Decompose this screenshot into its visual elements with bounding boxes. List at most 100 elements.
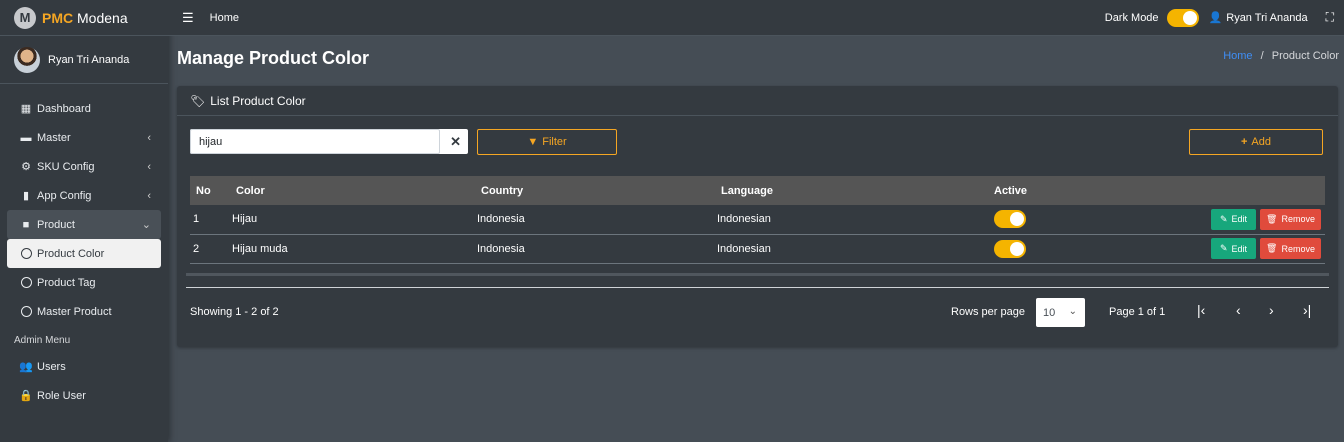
lock-icon: 🔒 — [19, 390, 33, 402]
dark-mode-toggle[interactable] — [1166, 8, 1199, 27]
breadcrumb: Home / Product Color — [1223, 50, 1339, 62]
topbar-right: Dark Mode 👤 Ryan Tri Ananda ⛶ — [1105, 8, 1334, 27]
sidebar-item-master-product[interactable]: Master Product — [7, 297, 161, 326]
sidebar-item-label: App Config — [37, 189, 92, 202]
active-toggle[interactable] — [994, 239, 1026, 258]
admin-menu-header: Admin Menu — [14, 335, 71, 346]
grid-icon: ▦ — [20, 103, 32, 115]
page-info: Page 1 of 1 — [1109, 306, 1166, 318]
topbar-user[interactable]: 👤 Ryan Tri Ananda — [1208, 11, 1308, 25]
sidebar-item-product-color[interactable]: Product Color — [7, 239, 161, 268]
filter-button-label: Filter — [542, 136, 567, 148]
cell-language: Indonesian — [717, 213, 771, 226]
sidebar-item-label: Product Tag — [37, 276, 96, 289]
remove-label: Remove — [1281, 214, 1315, 225]
table-header-row: No Color Country Language Active — [190, 176, 1325, 205]
user-panel[interactable]: Ryan Tri Ananda — [0, 36, 168, 84]
rows-per-page-select[interactable]: 10 ⌄ — [1036, 298, 1085, 327]
first-page-icon[interactable]: |‹ — [1197, 302, 1205, 318]
sidebar-item-product-tag[interactable]: Product Tag — [7, 268, 161, 297]
next-page-icon[interactable]: › — [1269, 302, 1274, 318]
plus-icon: + — [1240, 136, 1248, 148]
remove-button[interactable]: 🗑 Remove — [1260, 208, 1321, 230]
topbar-user-name: Ryan Tri Ananda — [1226, 11, 1308, 24]
header-country[interactable]: Country — [477, 176, 717, 205]
sidebar-item-sku-config[interactable]: ⚙ SKU Config ‹ — [7, 152, 161, 181]
active-toggle[interactable] — [994, 210, 1026, 229]
chevron-left-icon: ‹ — [147, 160, 151, 173]
topbar-home-link[interactable]: Home — [210, 12, 239, 24]
rows-per-page-label: Rows per page — [951, 306, 1025, 318]
edit-label: Edit — [1231, 243, 1248, 254]
header-language[interactable]: Language — [717, 176, 994, 205]
edit-icon: ✎ — [1219, 213, 1228, 224]
chevron-left-icon: ‹ — [147, 189, 151, 202]
add-button[interactable]: + Add — [1189, 129, 1323, 155]
card-title: List Product Color — [210, 93, 306, 108]
trash-icon: 🗑 — [1266, 243, 1278, 253]
sidebar-item-users[interactable]: 👥 Users — [7, 352, 161, 381]
edit-button[interactable]: ✎ Edit — [1211, 208, 1256, 230]
gear-icon: ⚙ — [21, 161, 31, 173]
header-active[interactable]: Active — [994, 176, 1189, 205]
circle-icon — [19, 306, 33, 317]
footer-divider — [186, 287, 1329, 288]
previous-page-icon[interactable]: ‹ — [1236, 302, 1241, 318]
remove-button[interactable]: 🗑 Remove — [1260, 238, 1321, 259]
breadcrumb-separator: / — [1260, 50, 1264, 62]
sidebar-item-dashboard[interactable]: ▦ Dashboard — [7, 94, 161, 123]
cell-no: 2 — [193, 242, 200, 255]
hamburger-icon[interactable]: ☰ — [182, 10, 194, 26]
header-color[interactable]: Color — [232, 176, 477, 205]
users-icon: 👥 — [19, 361, 33, 373]
brand-name: PMC Modena — [42, 9, 128, 26]
sidebar-item-label: SKU Config — [37, 160, 95, 173]
edit-button[interactable]: ✎ Edit — [1211, 238, 1256, 259]
product-color-table: No Color Country Language Active 1 Hijau… — [190, 176, 1325, 264]
chevron-down-icon: ⌄ — [1068, 306, 1077, 317]
topbar: ☰ Home Dark Mode 👤 Ryan Tri Ananda ⛶ — [168, 0, 1344, 36]
breadcrumb-home[interactable]: Home — [1223, 50, 1252, 62]
sidebar-item-label: Product Color — [37, 247, 105, 260]
tags-icon: 🏷 — [190, 93, 206, 108]
sidebar-item-label: Master Product — [37, 305, 112, 318]
filter-button[interactable]: ▼ Filter — [477, 129, 617, 155]
chevron-left-icon: ‹ — [147, 131, 151, 144]
cell-country: Indonesia — [477, 213, 525, 226]
last-page-icon[interactable]: ›| — [1303, 302, 1311, 318]
search-input[interactable] — [190, 129, 440, 154]
trash-icon: 🗑 — [1266, 213, 1278, 224]
table-scrollbar[interactable] — [186, 273, 1329, 276]
header-no[interactable]: No — [190, 176, 232, 205]
product-color-card: 🏷 List Product Color ✕ ▼ Filter + Add No… — [177, 86, 1338, 347]
sidebar-item-master[interactable]: ▬ Master ‹ — [7, 123, 161, 152]
fullscreen-icon[interactable]: ⛶ — [1326, 10, 1334, 25]
briefcase-icon: ■ — [22, 218, 30, 231]
chevron-down-icon: ⌄ — [141, 219, 151, 231]
user-name: Ryan Tri Ananda — [48, 53, 130, 66]
cell-color: Hijau — [232, 213, 258, 226]
clear-search-icon[interactable]: ✕ — [450, 134, 461, 150]
edit-icon: ✎ — [1219, 243, 1228, 253]
sidebar-item-label: Role User — [37, 389, 86, 402]
sidebar-item-app-config[interactable]: ▮ App Config ‹ — [7, 181, 161, 210]
showing-count: Showing 1 - 2 of 2 — [190, 306, 279, 318]
sidebar-item-label: Dashboard — [37, 102, 91, 115]
table-row: 2 Hijau muda Indonesia Indonesian ✎ Edit 🗑… — [190, 234, 1325, 263]
sidebar: M PMC Modena Ryan Tri Ananda ▦ Dashboard… — [0, 0, 168, 442]
avatar — [14, 46, 40, 73]
brand-logo: M — [14, 6, 36, 29]
sidebar-nav: ▦ Dashboard ▬ Master ‹ ⚙ SKU Config ‹ ▮ … — [0, 84, 168, 410]
cell-color: Hijau muda — [232, 242, 288, 255]
breadcrumb-current: Product Color — [1271, 50, 1339, 62]
brand[interactable]: M PMC Modena — [0, 0, 168, 36]
add-button-label: Add — [1251, 136, 1271, 148]
remove-label: Remove — [1281, 243, 1315, 254]
cell-country: Indonesia — [477, 242, 525, 255]
filter-icon: ▼ — [527, 136, 539, 148]
sidebar-item-role-user[interactable]: 🔒 Role User — [7, 381, 161, 410]
user-icon: 👤 — [1208, 12, 1223, 24]
sidebar-item-product[interactable]: ■ Product ⌄ — [7, 210, 161, 239]
cell-language: Indonesian — [717, 242, 771, 255]
page-title: Manage Product Color — [177, 48, 370, 68]
